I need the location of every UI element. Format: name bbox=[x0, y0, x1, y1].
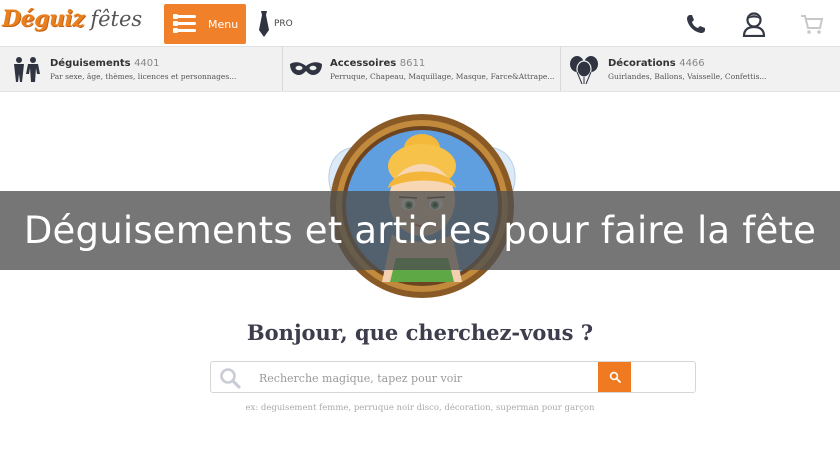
category-count: 8611 bbox=[399, 57, 426, 69]
mask-icon bbox=[288, 54, 324, 84]
site-header: Déguiz fêtes Menu PRO bbox=[0, 0, 840, 46]
account-button[interactable] bbox=[740, 10, 768, 38]
phone-button[interactable] bbox=[682, 10, 710, 38]
page: Déguiz fêtes Menu PRO Déguisements 4401 … bbox=[0, 0, 840, 460]
search-lens-icon bbox=[220, 368, 241, 389]
phone-icon bbox=[687, 15, 705, 33]
category-divider bbox=[560, 47, 561, 91]
search-hint: ex: deguisement femme, perruque noir dis… bbox=[245, 403, 595, 413]
logo-sub-text: fêtes bbox=[90, 7, 143, 31]
search-icon bbox=[609, 371, 621, 383]
category-subtitle: Par sexe, âge, thèmes, licences et perso… bbox=[50, 71, 237, 81]
menu-label: Menu bbox=[208, 17, 239, 31]
category-bar: Déguisements 4401 Par sexe, âge, thèmes,… bbox=[0, 46, 840, 92]
search-question: Bonjour, que cherchez-vous ? bbox=[246, 320, 594, 345]
costume-icon bbox=[8, 54, 44, 84]
category-title: Accessoires 8611 bbox=[330, 57, 426, 69]
category-decorations[interactable]: Décorations 4466 Guirlandes, Ballons, Va… bbox=[566, 47, 836, 91]
site-logo[interactable]: Déguiz fêtes bbox=[2, 6, 142, 40]
category-count: 4401 bbox=[134, 57, 160, 69]
search-input[interactable] bbox=[259, 368, 589, 388]
cart-icon bbox=[801, 15, 824, 34]
category-deguisements[interactable]: Déguisements 4401 Par sexe, âge, thèmes,… bbox=[8, 47, 280, 91]
pro-link[interactable]: PRO bbox=[258, 10, 293, 38]
category-title: Déguisements 4401 bbox=[50, 57, 160, 69]
category-subtitle: Guirlandes, Ballons, Vaisselle, Confetti… bbox=[608, 71, 767, 81]
category-title: Décorations 4466 bbox=[608, 57, 705, 69]
category-accessoires[interactable]: Accessoires 8611 Perruque, Chapeau, Maqu… bbox=[288, 47, 558, 91]
title-overlay: Déguisements et articles pour faire la f… bbox=[0, 191, 840, 270]
menu-button[interactable]: Menu bbox=[164, 4, 246, 44]
category-subtitle: Perruque, Chapeau, Maquillage, Masque, F… bbox=[330, 71, 555, 81]
pro-label: PRO bbox=[274, 19, 293, 29]
category-count: 4466 bbox=[679, 57, 705, 69]
account-icon bbox=[742, 12, 766, 37]
search-box bbox=[210, 361, 696, 393]
category-divider bbox=[282, 47, 283, 91]
page-title: Déguisements et articles pour faire la f… bbox=[23, 209, 817, 252]
cart-button[interactable] bbox=[798, 10, 826, 38]
balloons-icon bbox=[566, 54, 602, 85]
logo-main-text: Déguiz bbox=[2, 6, 85, 32]
tie-icon bbox=[259, 11, 269, 37]
hamburger-icon bbox=[173, 14, 196, 33]
search-button[interactable] bbox=[598, 362, 631, 392]
